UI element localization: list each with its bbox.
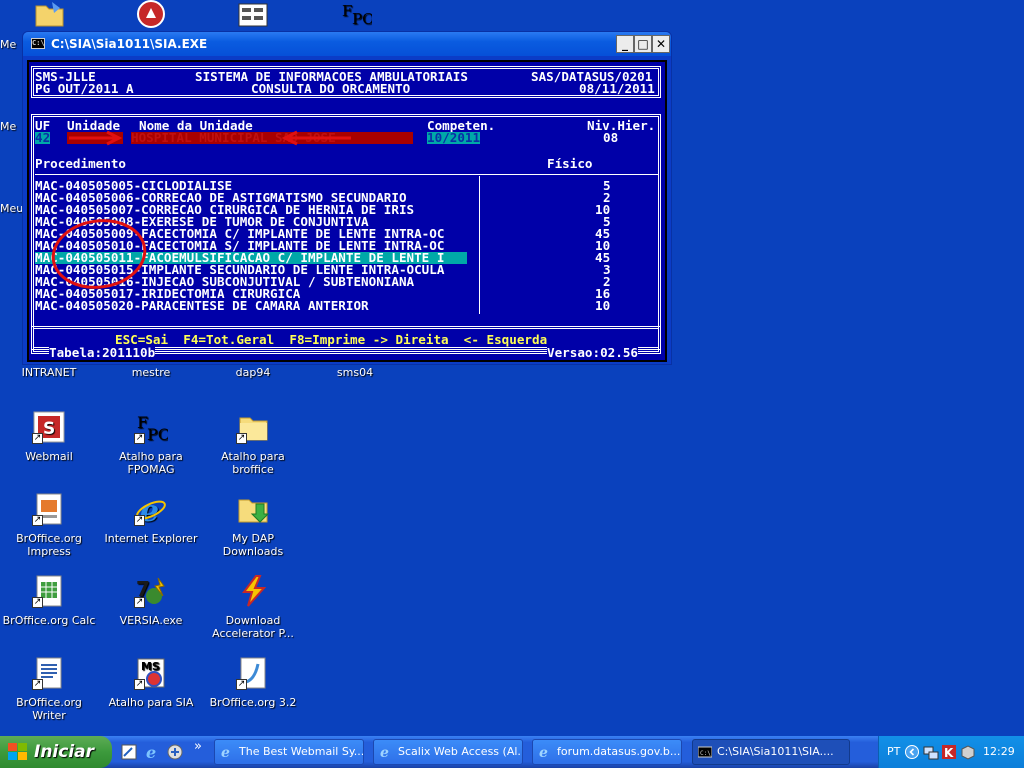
desktop-icon-intranet[interactable]: [1, 0, 97, 34]
shortcut-arrow-icon: ↗: [32, 597, 43, 608]
desktop-icon-download-accelerator[interactable]: Download Accelerator P...: [205, 574, 301, 640]
footer-tabela: Tabela:201110b: [49, 345, 156, 360]
folder-download-icon: [236, 492, 270, 526]
shortcut-arrow-icon: ↗: [32, 433, 43, 444]
desktop-label-sms04[interactable]: sms04: [307, 366, 403, 379]
desktop-icon-atalho-sia[interactable]: MS ↗ Atalho para SIA: [103, 656, 199, 709]
ie-icon: e: [539, 745, 548, 759]
language-indicator[interactable]: PT: [887, 736, 900, 768]
tray-antivirus-icon[interactable]: K: [941, 744, 957, 760]
ms-sia-icon: MS ↗: [134, 656, 168, 690]
shortcut-arrow-icon: ↗: [32, 515, 43, 526]
edge-label-1: Me: [0, 38, 17, 51]
fpo-icon: F PO: [338, 0, 374, 28]
desktop-icon-broffice-32[interactable]: ↗ BrOffice.org 3.2: [205, 656, 301, 709]
desktop-icon-atalho-broffice[interactable]: ↗ Atalho para broffice: [205, 410, 301, 476]
desktop-icon-mestre[interactable]: [103, 0, 199, 34]
svg-text:PO: PO: [352, 10, 372, 28]
ie-icon: e: [221, 745, 230, 759]
sia-console-window[interactable]: C:\ C:\SIA\Sia1011\SIA.EXE _ □ ✕ SMS-JLL…: [22, 31, 672, 365]
shortcut-arrow-icon: ↗: [134, 597, 145, 608]
shortcut-arrow-icon: ↗: [236, 433, 247, 444]
edge-label-3: Meu: [0, 202, 24, 215]
annotation-overlay: [51, 130, 351, 289]
svg-text:e: e: [539, 745, 548, 759]
annotation-arrow-right: [69, 130, 123, 146]
taskbar: Iniciar e » e The Best Webmail Sy... e S…: [0, 736, 1024, 768]
shortcut-arrow-icon: ↗: [134, 433, 145, 444]
footer-keys: ESC=Sai F4=Tot.Geral F8=Imprime -> Direi…: [115, 332, 548, 347]
desktop-icon-impress[interactable]: ↗ BrOffice.org Impress: [1, 492, 97, 558]
impress-icon: ↗: [32, 492, 66, 526]
folder-icon: [32, 0, 66, 28]
fpo-icon: F PO ↗: [134, 410, 171, 444]
svg-text:K: K: [944, 746, 954, 760]
svg-text:C:\: C:\: [700, 750, 711, 757]
console-screen: SMS-JLLE SISTEMA DE INFORMACOES AMBULATO…: [29, 62, 665, 360]
start-button[interactable]: Iniciar: [0, 736, 112, 768]
footer-versao: Versao:02.56: [547, 345, 638, 360]
ie-icon: e ↗: [134, 492, 168, 529]
versia-icon: 7 ↗: [134, 574, 168, 608]
windows-flag-icon: [8, 743, 27, 760]
ie-icon: e: [380, 745, 389, 759]
tray-network-icon[interactable]: [923, 744, 939, 760]
desktop-icon-my-dap-downloads[interactable]: My DAP Downloads: [205, 492, 301, 558]
taskbar-button-forum-datasus[interactable]: e forum.datasus.gov.b...: [532, 739, 682, 765]
quicklaunch-notepad-icon[interactable]: [120, 743, 138, 761]
svg-text:MS: MS: [141, 660, 160, 673]
tray-expand-icon[interactable]: [905, 745, 919, 759]
close-button[interactable]: ✕: [652, 35, 670, 53]
desktop-label-intranet[interactable]: INTRANET: [1, 366, 97, 379]
folder-icon: ↗: [236, 410, 270, 444]
desktop-icon-internet-explorer[interactable]: e ↗ Internet Explorer: [103, 492, 199, 545]
tray-security-icon[interactable]: [959, 744, 975, 760]
desktop-label-dap94[interactable]: dap94: [205, 366, 301, 379]
quicklaunch-chevron[interactable]: »: [194, 740, 202, 753]
shortcut-arrow-icon: ↗: [134, 515, 145, 526]
calc-icon: ↗: [32, 574, 66, 608]
dap-icon: [236, 574, 270, 608]
maximize-button[interactable]: □: [634, 35, 652, 53]
taskbar-button-scalix[interactable]: e Scalix Web Access (Al...: [373, 739, 523, 765]
desktop-icon-writer[interactable]: ↗ BrOffice.org Writer: [1, 656, 97, 722]
console-area[interactable]: SMS-JLLE SISTEMA DE INFORMACOES AMBULATO…: [27, 60, 667, 362]
scalix-icon: S ↗: [32, 410, 66, 444]
svg-text:e: e: [146, 743, 156, 761]
desktop-icon-fpomag[interactable]: F PO ↗ Atalho para FPOMAG: [103, 410, 199, 476]
quicklaunch-ie-icon[interactable]: e: [143, 743, 161, 761]
window-titlebar[interactable]: C:\ C:\SIA\Sia1011\SIA.EXE _ □ ✕: [23, 32, 671, 56]
shortcut-arrow-icon: ↗: [236, 679, 247, 690]
desktop-icon-sms04[interactable]: F PO: [307, 0, 403, 34]
taskbar-button-webmail[interactable]: e The Best Webmail Sy...: [214, 739, 364, 765]
desktop-icon-versia[interactable]: 7 ↗ VERSIA.exe: [103, 574, 199, 627]
start-label: Iniciar: [34, 742, 95, 762]
console-icon: C:\: [31, 38, 45, 49]
taskbar-button-sia-console[interactable]: C:\ C:\SIA\Sia1011\SIA....: [692, 739, 850, 765]
window-title: C:\SIA\Sia1011\SIA.EXE: [51, 37, 208, 51]
system-tray: PT K 12:29: [878, 736, 1024, 768]
desktop-label-mestre[interactable]: mestre: [103, 366, 199, 379]
minimize-button[interactable]: _: [616, 35, 634, 53]
broffice-icon: ↗: [236, 656, 270, 690]
svg-text:e: e: [380, 745, 389, 759]
computer-list-icon: [236, 0, 270, 28]
edge-label-2: Me: [0, 120, 17, 133]
desktop-icon-calc[interactable]: ↗ BrOffice.org Calc: [1, 574, 97, 627]
red-circle-icon: [134, 0, 168, 28]
desktop-icon-webmail[interactable]: S ↗ Webmail: [1, 410, 97, 463]
shortcut-arrow-icon: ↗: [32, 679, 43, 690]
clock[interactable]: 12:29: [983, 736, 1015, 768]
annotation-arrow-left: [281, 130, 351, 146]
quicklaunch-app-icon[interactable]: [166, 743, 184, 761]
writer-icon: ↗: [32, 656, 66, 690]
shortcut-arrow-icon: ↗: [134, 679, 145, 690]
svg-text:S: S: [43, 419, 55, 439]
svg-text:e: e: [221, 745, 230, 759]
svg-text:F: F: [342, 2, 352, 20]
annotation-circle: [51, 219, 147, 289]
svg-text:PO: PO: [147, 425, 168, 444]
desktop-icon-dap94[interactable]: [205, 0, 301, 34]
console-icon: C:\: [698, 746, 712, 758]
